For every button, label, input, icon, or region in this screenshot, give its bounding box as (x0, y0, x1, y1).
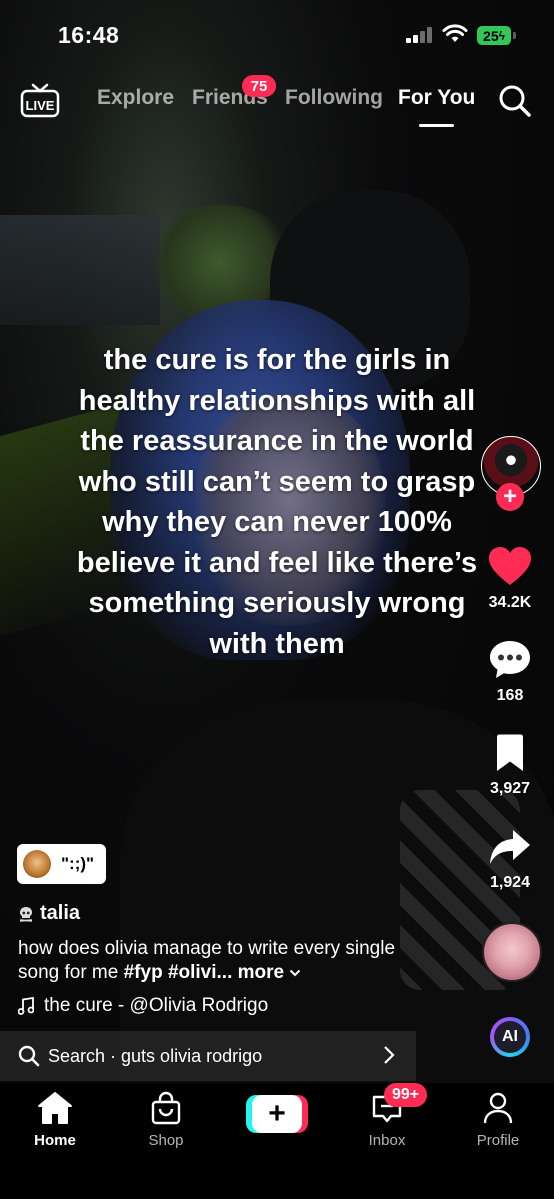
inbox-badge: 99+ (384, 1083, 428, 1107)
home-icon (38, 1092, 72, 1124)
profile-icon (483, 1092, 513, 1124)
nav-shop-label: Shop (148, 1132, 184, 1149)
nav-home-label: Home (34, 1132, 76, 1149)
search-icon[interactable] (498, 84, 532, 118)
like-count: 34.2K (488, 594, 532, 611)
tab-for-you[interactable]: For You (398, 86, 475, 110)
plus-icon: + (252, 1095, 302, 1133)
music-note-icon (18, 997, 34, 1015)
share-arrow-icon (490, 830, 530, 864)
live-icon: LIVE (20, 83, 60, 118)
nav-shop[interactable]: Shop (126, 1091, 206, 1149)
description-hashtags[interactable]: #fyp #olivi... (124, 962, 233, 983)
share-count: 1,924 (489, 874, 531, 891)
share-button[interactable]: 1,924 (475, 827, 545, 892)
chevron-right-icon (384, 1046, 395, 1064)
sticker-avatar (23, 850, 51, 878)
status-time: 16:48 (58, 22, 120, 48)
like-button[interactable]: 34.2K (475, 545, 545, 612)
comment-icon (490, 641, 530, 678)
shopping-bag-icon (151, 1091, 181, 1125)
tab-explore[interactable]: Explore (97, 86, 174, 110)
live-button[interactable]: LIVE (20, 82, 60, 123)
music-disc[interactable] (482, 922, 542, 982)
status-bar: 16:48 25 ϟ (0, 0, 554, 70)
author-name[interactable]: talia (18, 902, 80, 925)
sticker-text: ":;)" (61, 854, 95, 873)
tab-following[interactable]: Following (285, 86, 383, 110)
ai-label: AI (494, 1021, 526, 1053)
more-link[interactable]: more (238, 962, 302, 983)
post-description[interactable]: how does olivia manage to write every si… (18, 937, 418, 985)
top-navigation: LIVE Explore Friends 75 Following For Yo… (0, 75, 554, 128)
skull-icon (19, 906, 33, 922)
nav-inbox-label: Inbox (368, 1132, 406, 1149)
save-button[interactable]: 3,927 (475, 733, 545, 798)
sound-title: the cure - @Olivia Rodrigo (44, 995, 269, 1016)
create-button[interactable]: + (246, 1095, 308, 1133)
search-suggestion-text: Search · guts olivia rodrigo (48, 1045, 263, 1066)
cellular-signal-icon (406, 27, 434, 43)
chevron-down-icon (290, 969, 301, 977)
nav-profile[interactable]: Profile (458, 1091, 538, 1149)
save-count: 3,927 (489, 780, 531, 797)
comment-count: 168 (496, 687, 524, 704)
battery-indicator: 25 ϟ (477, 26, 511, 45)
comment-button[interactable]: 168 (475, 638, 545, 705)
video-sticker[interactable]: ":;)" (17, 844, 107, 884)
friends-badge: 75 (242, 75, 276, 97)
heart-icon (489, 547, 531, 585)
active-tab-indicator (419, 124, 454, 127)
follow-button[interactable]: + (496, 483, 524, 511)
nav-home[interactable]: Home (15, 1091, 95, 1149)
search-icon (18, 1045, 40, 1067)
wifi-icon (442, 24, 468, 42)
search-suggestion-bar[interactable]: Search · guts olivia rodrigo (0, 1031, 416, 1081)
bottom-navigation: Home Shop + Inbox 99+ Profile (0, 1083, 554, 1199)
author-username: talia (40, 902, 81, 924)
svg-text:LIVE: LIVE (26, 98, 55, 113)
ai-button[interactable]: AI (490, 1017, 530, 1057)
car-window (0, 215, 160, 325)
sound-link[interactable]: the cure - @Olivia Rodrigo (18, 995, 268, 1017)
video-caption-text: the cure is for the girls in healthy rel… (76, 344, 478, 660)
battery-cap (513, 32, 516, 39)
bookmark-icon (497, 734, 523, 771)
nav-profile-label: Profile (476, 1132, 520, 1149)
